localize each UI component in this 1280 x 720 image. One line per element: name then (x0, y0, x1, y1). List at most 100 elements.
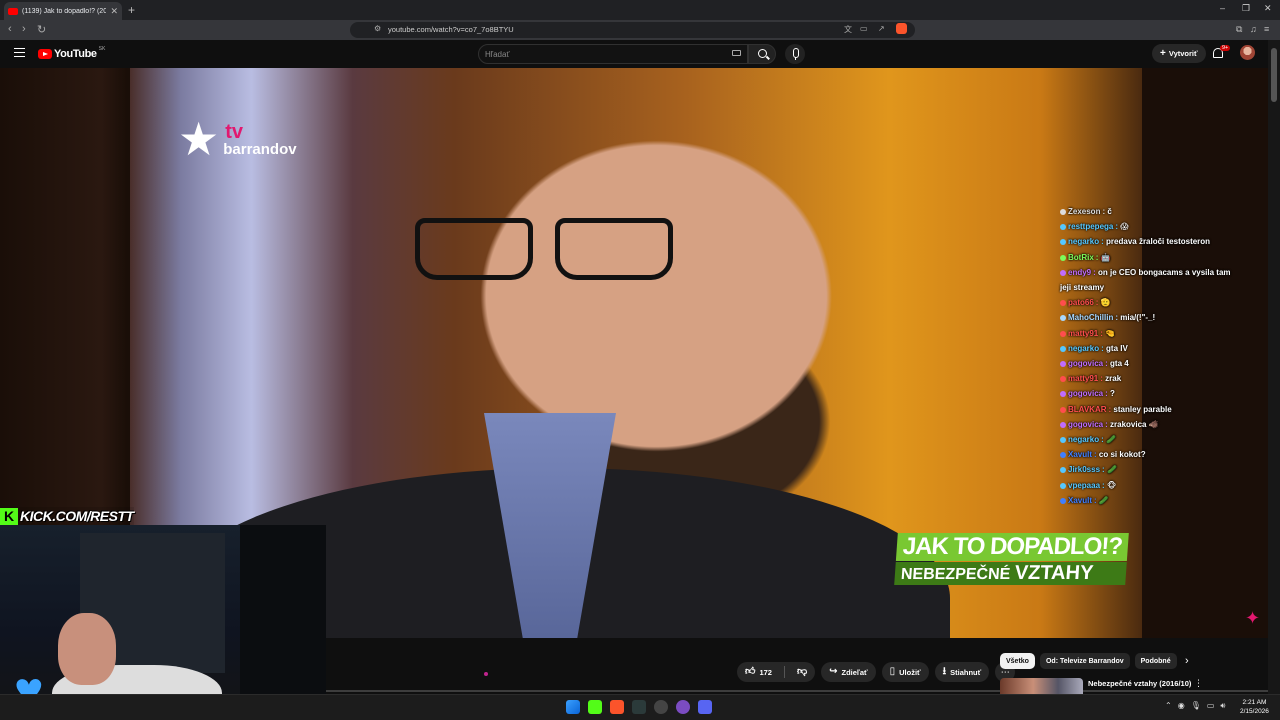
brave-shield-icon[interactable] (896, 23, 907, 34)
chips-next-chevron-icon[interactable]: › (1185, 655, 1189, 667)
close-window-button[interactable]: ✕ (1264, 3, 1272, 14)
mic-tray-icon[interactable]: 🎙︎ (1191, 701, 1201, 711)
search-box[interactable] (478, 44, 748, 64)
volume-icon[interactable]: 🔊︎ (1220, 701, 1225, 711)
discord-app-icon[interactable] (698, 700, 712, 714)
notifications-badge: 9+ (1220, 45, 1231, 51)
chat-badge-icon (1060, 406, 1066, 413)
download-button[interactable]: ⭳ Stiahnuť (934, 662, 990, 682)
chip-all[interactable]: Všetko (1000, 653, 1035, 669)
chat-username: Zexeson (1068, 207, 1101, 216)
media-app-icon[interactable] (676, 700, 690, 714)
logo-brand-text: barrandov (223, 140, 297, 158)
chat-badge-icon (1060, 330, 1066, 337)
youtube-header: YouTube SK (0, 40, 1280, 68)
network-icon[interactable]: ▭ (1207, 701, 1215, 711)
chat-text: 🫡 (1100, 298, 1111, 308)
search-icon (758, 49, 767, 58)
cast-icon[interactable]: ▭ (860, 24, 868, 33)
reload-icon[interactable]: ↻ (37, 23, 46, 36)
chat-badge-icon (1060, 239, 1066, 246)
recommended-title[interactable]: Nebezpečné vztahy (2016/10) (1088, 679, 1191, 688)
like-button[interactable]: 👍︎ 172 (737, 662, 780, 682)
media-icon[interactable]: ♫ (1250, 24, 1257, 34)
hamburger-menu-icon[interactable] (14, 48, 25, 57)
chat-message: Zexeson: č (1060, 204, 1240, 219)
tab-close-icon[interactable]: ✕ (110, 6, 118, 17)
settings-app-icon[interactable] (654, 700, 668, 714)
video-actions: 👍︎ 172 👎︎ ↪ Zdieľať ▯ Uložiť ⭳ Stiahnuť … (737, 662, 1016, 682)
chat-username: gogovica (1068, 389, 1104, 399)
chat-message: matty91: 🤏 (1060, 326, 1240, 341)
chip-from-channel[interactable]: Od: Televize Barrandov (1039, 653, 1130, 669)
chat-badge-icon (1060, 421, 1066, 428)
show-title-line1: JAK TO DOPADLO!? (895, 533, 1129, 561)
youtube-favicon-icon (8, 7, 18, 15)
tray-chevron-icon[interactable]: ⌃ (1165, 701, 1172, 711)
chat-colon: : (1101, 435, 1104, 445)
share-page-icon[interactable]: ↗ (878, 24, 885, 33)
chat-username: BLAVKAR (1068, 404, 1107, 414)
new-tab-button[interactable]: + (128, 3, 135, 17)
kick-logo-icon: K (0, 507, 18, 525)
show-title-line2-a: NEBEZPEČNÉ (900, 566, 1011, 583)
brave-browser-icon[interactable] (610, 700, 624, 714)
chat-colon: : (1102, 480, 1105, 490)
scrollbar-thumb[interactable] (1271, 48, 1277, 102)
address-url: youtube.com/watch?v=co7_7o8BTYU (388, 25, 514, 34)
dislike-button[interactable]: 👎︎ (789, 662, 815, 682)
recommended-thumbnail[interactable] (1000, 678, 1083, 694)
browser-tab-active[interactable]: (1139) Jak to dopadlo!? (2016/10) ✕ (4, 2, 122, 20)
like-dislike-group: 👍︎ 172 👎︎ (737, 662, 816, 682)
chat-badge-icon (1060, 360, 1066, 367)
restore-button[interactable]: ❐ (1242, 3, 1250, 14)
terminal-app-icon[interactable] (632, 700, 646, 714)
chat-text: 🤖 (1100, 252, 1111, 262)
youtube-logo[interactable]: YouTube SK (38, 46, 105, 60)
save-button[interactable]: ▯ Uložiť (881, 662, 929, 682)
barrandov-logo: ★ tv barrandov (178, 116, 297, 162)
search-button[interactable] (748, 44, 776, 64)
chat-text: stanley parable (1113, 404, 1172, 414)
chat-badge-icon (1060, 224, 1066, 231)
windows-start-icon[interactable] (566, 700, 580, 714)
webcam-overlay: ♥ (0, 525, 326, 720)
translate-icon[interactable]: 文 (844, 24, 852, 35)
stream-chat-overlay: Zexeson: č resttpepega: 😱 negarko: predava… (1060, 204, 1240, 508)
chat-text: gta IV (1106, 343, 1128, 353)
chat-message: gogovica: ? (1060, 386, 1240, 401)
chat-username: Xavult (1068, 450, 1093, 460)
forward-arrow-icon[interactable]: › (22, 23, 26, 35)
recommended-video-item[interactable]: Nebezpečné vztahy (2016/10) ⋮ (1000, 678, 1200, 694)
chip-related[interactable]: Podobné (1134, 653, 1177, 669)
voice-search-mic-icon[interactable] (785, 44, 805, 64)
chat-message: endy9: on je CEO bongacams a vysila tam … (1060, 265, 1240, 295)
recommended-menu-icon[interactable]: ⋮ (1194, 678, 1200, 689)
chat-colon: : (1100, 328, 1103, 338)
chat-username: gogovica (1068, 359, 1104, 369)
create-button[interactable]: + Vytvoriť (1152, 44, 1206, 63)
share-button[interactable]: ↪ Zdieľať (821, 662, 876, 682)
chat-colon: : (1102, 207, 1106, 216)
chat-colon: : (1100, 374, 1103, 384)
keyboard-icon[interactable] (732, 50, 741, 56)
site-info-icon[interactable]: ⚙ (374, 24, 381, 33)
extensions-icon[interactable]: ⧉ (1236, 24, 1242, 35)
show-title-line2: NEBEZPEČNÉ VZTAHY (894, 562, 1127, 585)
page-scrollbar[interactable] (1268, 40, 1280, 694)
address-bar[interactable]: ⚙ youtube.com/watch?v=co7_7o8BTYU 文 ▭ ↗ (350, 22, 915, 38)
like-count: 172 (759, 667, 772, 677)
chat-text: 😱 (1120, 222, 1129, 232)
overlay-corner-logo-icon: ✦ (1245, 608, 1261, 628)
account-avatar[interactable] (1240, 45, 1255, 60)
tray-app-icon[interactable]: ◉ (1178, 701, 1185, 711)
taskbar-apps (566, 700, 712, 714)
back-arrow-icon[interactable]: ‹ (8, 23, 12, 35)
browser-menu-icon[interactable]: ≡ (1264, 24, 1269, 34)
minimize-button[interactable]: – (1220, 3, 1225, 13)
kick-app-icon[interactable] (588, 700, 602, 714)
taskbar-clock[interactable]: 2:21 AM 2/15/2026 (1240, 698, 1269, 716)
like-separator (783, 666, 785, 678)
search-input[interactable] (485, 48, 725, 61)
chat-badge-icon (1060, 482, 1066, 489)
